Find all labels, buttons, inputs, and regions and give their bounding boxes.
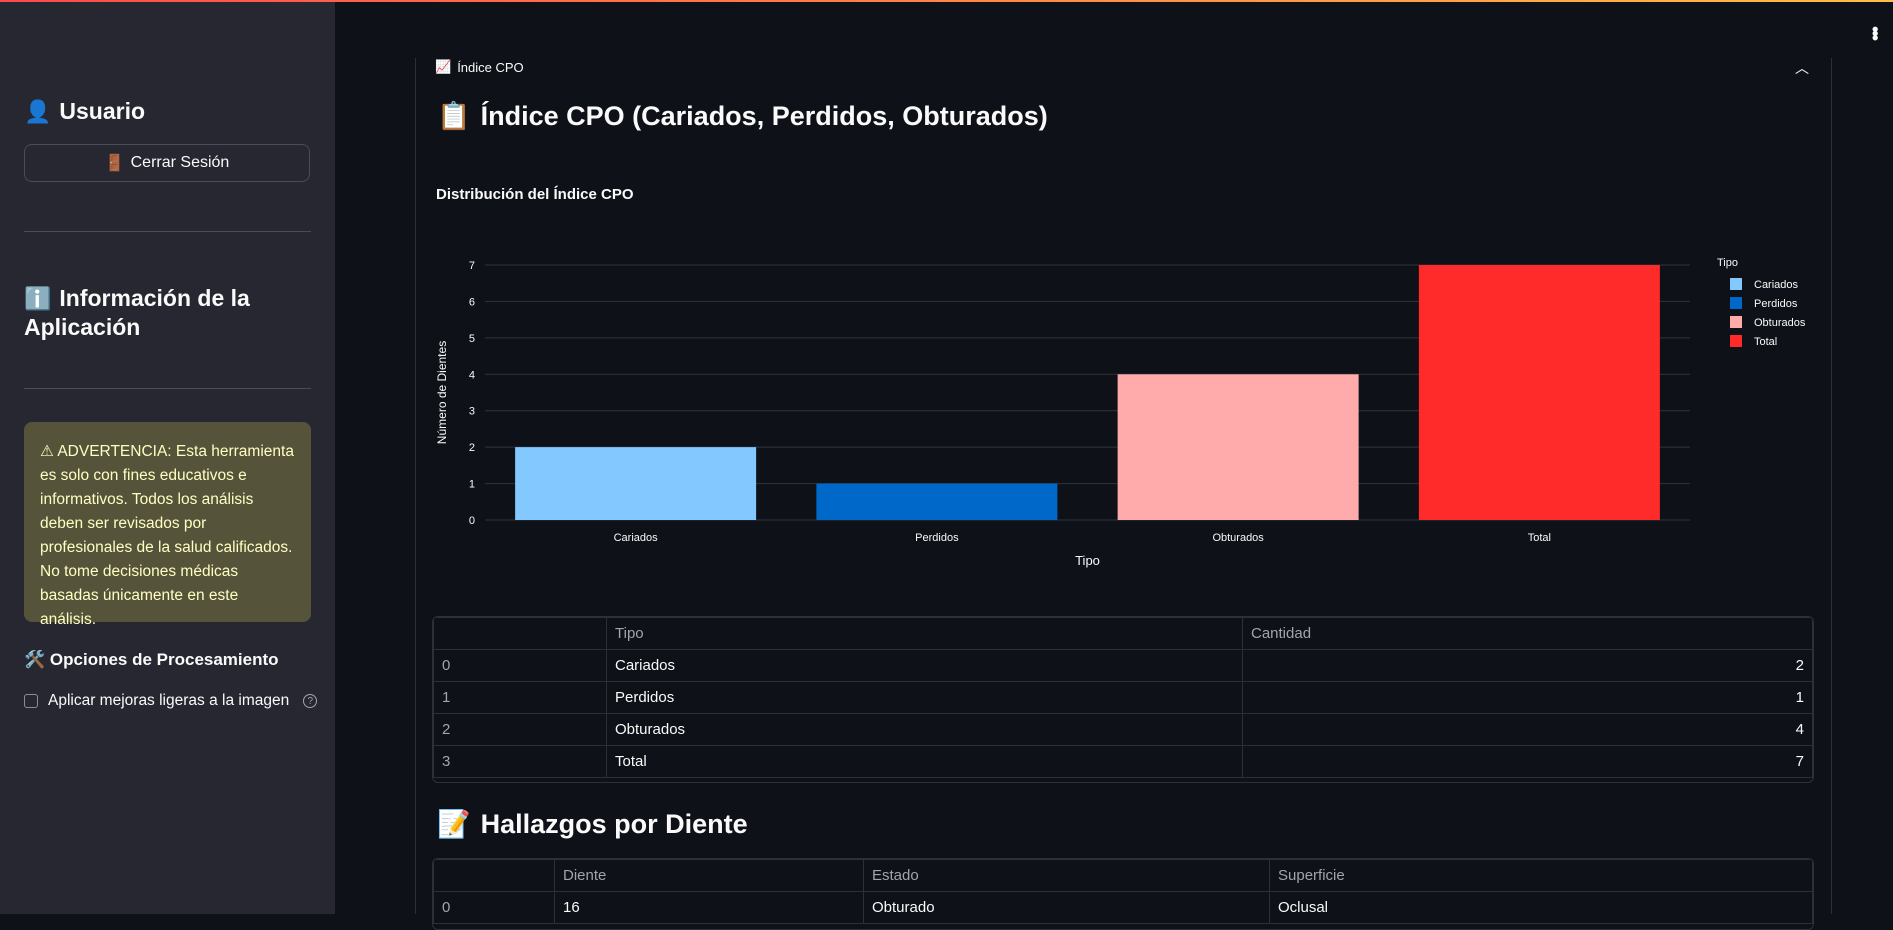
bar-total [1418, 265, 1660, 520]
divider [24, 388, 311, 389]
enhance-checkbox[interactable] [24, 694, 38, 708]
table-row: 0 Cariados 2 [433, 649, 1813, 682]
main-menu-icon[interactable]: ••• [1865, 26, 1885, 39]
legend-item: Total [1754, 336, 1777, 348]
cpo-heading: 📋 Índice CPO (Cariados, Perdidos, Obtura… [437, 100, 1048, 132]
column-header[interactable]: Estado [863, 859, 1270, 892]
column-header[interactable]: Superficie [1269, 859, 1813, 892]
y-axis-title: Número de Dientes [435, 341, 449, 444]
logout-button[interactable]: 🚪 Cerrar Sesión [24, 144, 310, 182]
bar-cariados [515, 447, 757, 520]
table-cell: Obturados [606, 713, 1243, 746]
y-tick-label: 6 [469, 296, 475, 308]
column-header[interactable] [433, 617, 607, 650]
x-tick-label: Total [1528, 532, 1551, 544]
y-tick-label: 7 [469, 260, 475, 272]
y-tick-label: 0 [469, 515, 475, 527]
warning-box: ⚠ ADVERTENCIA: Esta herramienta es solo … [24, 422, 311, 628]
column-header[interactable]: Diente [554, 859, 864, 892]
y-tick-label: 1 [469, 479, 475, 491]
row-index: 1 [433, 681, 607, 714]
table-row: 2 Obturados 4 [433, 713, 1813, 746]
table-cell: 4 [1242, 713, 1813, 746]
enhance-option: Aplicar mejoras ligeras a la imagen ? [24, 692, 318, 710]
y-tick-label: 4 [469, 369, 475, 381]
findings-table-frame: Diente Estado Superficie 0 16 Obturado O… [432, 858, 1814, 930]
x-tick-label: Perdidos [915, 532, 959, 544]
legend-item: Perdidos [1754, 298, 1798, 310]
legend-item: Cariados [1754, 279, 1799, 291]
legend-swatch [1730, 335, 1742, 347]
legend-swatch [1730, 316, 1742, 328]
table-header-row: Tipo Cantidad [433, 617, 1813, 650]
legend-swatch [1730, 278, 1742, 290]
column-header[interactable]: Tipo [606, 617, 1243, 650]
memo-icon: 📝 [437, 809, 471, 839]
bar-obturados [1117, 374, 1359, 520]
table-cell: Cariados [606, 649, 1243, 682]
table-cell: Total [606, 745, 1243, 778]
row-index: 0 [433, 891, 555, 924]
table-row: 0 16 Obturado Oclusal [433, 891, 1813, 924]
cpo-table: Tipo Cantidad 0 Cariados 2 1 Perdidos 1 … [433, 617, 1813, 778]
expander-label: Índice CPO [457, 59, 524, 75]
table-header-row: Diente Estado Superficie [433, 859, 1813, 892]
chevron-up-icon[interactable]: ︿ [1795, 58, 1809, 78]
row-index: 2 [433, 713, 607, 746]
row-index: 0 [433, 649, 607, 682]
help-icon[interactable]: ? [303, 694, 318, 708]
tools-icon: 🛠️ [24, 650, 46, 669]
logout-button-label: Cerrar Sesión [130, 154, 230, 171]
processing-heading: 🛠️ Opciones de Procesamiento [24, 650, 279, 669]
y-tick-label: 2 [469, 442, 475, 454]
findings-table: Diente Estado Superficie 0 16 Obturado O… [433, 859, 1813, 924]
legend-title: Tipo [1717, 257, 1738, 269]
x-tick-label: Obturados [1212, 532, 1264, 544]
cpo-bar-chart: 0 1 2 3 4 5 6 7 Cariados Perdidos Obturados Total Ti… [435, 257, 1806, 568]
table-cell: Perdidos [606, 681, 1243, 714]
info-heading: ℹ️ Información de la Aplicación [24, 285, 250, 340]
expander-header[interactable]: 📈 Índice CPO [435, 59, 524, 75]
table-cell: 2 [1242, 649, 1813, 682]
bar-perdidos [816, 483, 1058, 520]
table-cell: 1 [1242, 681, 1813, 714]
cpo-table-frame: Tipo Cantidad 0 Cariados 2 1 Perdidos 1 … [432, 616, 1814, 783]
chart-title: Distribución del Índice CPO [436, 186, 634, 203]
warning-text: ⚠ ADVERTENCIA: Esta herramienta es solo … [40, 443, 294, 628]
table-cell: Oclusal [1269, 891, 1813, 924]
user-heading: 👤 Usuario [24, 98, 146, 124]
table-cell: 16 [554, 891, 864, 924]
table-row: 1 Perdidos 1 [433, 681, 1813, 714]
clipboard-icon: 📋 [437, 101, 471, 131]
x-tick-label: Cariados [614, 532, 659, 544]
legend-swatch [1730, 297, 1742, 309]
column-header[interactable] [433, 859, 555, 892]
divider [24, 231, 311, 232]
door-icon: 🚪 [104, 155, 125, 172]
column-header[interactable]: Cantidad [1242, 617, 1813, 650]
table-cell: Obturado [863, 891, 1270, 924]
row-index: 3 [433, 745, 607, 778]
info-icon: ℹ️ [24, 286, 52, 311]
enhance-checkbox-label[interactable]: Aplicar mejoras ligeras a la imagen [48, 692, 289, 710]
sidebar: 👤 Usuario 🚪 Cerrar Sesión ℹ️ Información d… [0, 2, 335, 914]
findings-heading: 📝 Hallazgos por Diente [437, 808, 748, 840]
legend-item: Obturados [1754, 317, 1806, 329]
y-tick-label: 5 [469, 333, 475, 345]
y-tick-label: 3 [469, 406, 475, 418]
x-axis-title: Tipo [1075, 553, 1100, 568]
chart-increasing-icon: 📈 [435, 59, 452, 74]
table-cell: 7 [1242, 745, 1813, 778]
bust-in-silhouette-icon: 👤 [24, 99, 52, 124]
table-row: 3 Total 7 [433, 745, 1813, 778]
